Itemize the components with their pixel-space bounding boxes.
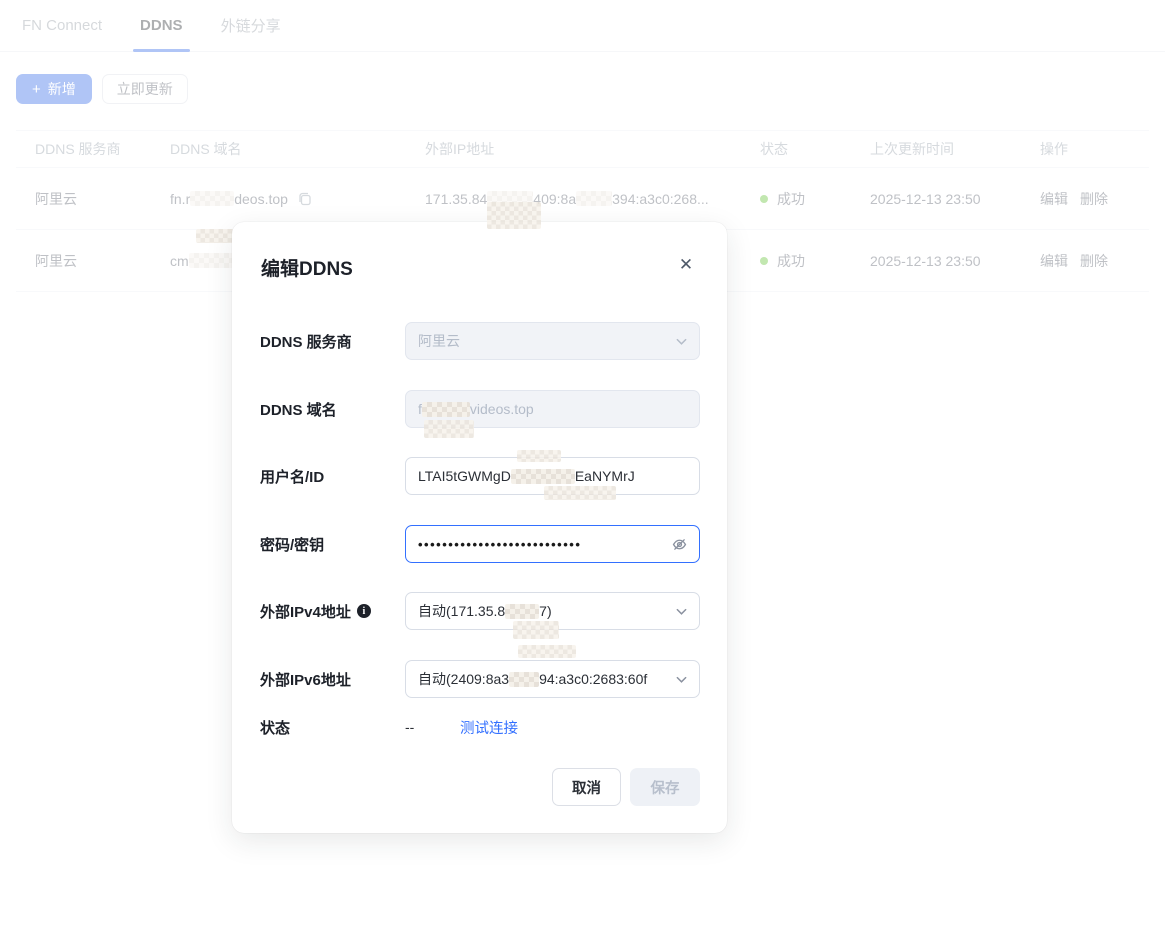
ipv6-value-b: 94:a3c0:2683:60f xyxy=(539,671,648,687)
field-status: 状态 -- 测试连接 xyxy=(260,715,700,739)
dialog-footer: 取消 保存 xyxy=(552,768,700,806)
censor-smear xyxy=(517,450,561,462)
ipv4-label: 外部IPv4地址 i xyxy=(260,601,405,622)
edit-ddns-dialog: 编辑DDNS ✕ DDNS 服务商 阿里云 DDNS 域名 f videos.to… xyxy=(232,222,727,833)
close-icon[interactable]: ✕ xyxy=(675,254,697,276)
ipv6-select[interactable]: 自动(2409:8a3 94:a3c0:2683:60f xyxy=(405,660,700,698)
password-input[interactable]: ••••••••••••••••••••••••••• xyxy=(405,525,700,563)
ipv4-value-b: 7) xyxy=(539,603,552,619)
test-connection-link[interactable]: 测试连接 xyxy=(460,717,518,738)
info-icon[interactable]: i xyxy=(356,604,371,618)
username-label: 用户名/ID xyxy=(260,468,325,486)
field-ipv4: 外部IPv4地址 i 自动(171.35.8 7) xyxy=(260,592,700,630)
dialog-title: 编辑DDNS xyxy=(261,259,353,280)
eye-off-icon[interactable] xyxy=(671,536,688,556)
domain-label: DDNS 域名 xyxy=(260,401,337,419)
field-username: 用户名/ID LTAI5tGWMgD EaNYMrJ xyxy=(260,457,700,495)
chevron-down-icon xyxy=(675,335,688,351)
ipv6-label: 外部IPv6地址 xyxy=(260,671,351,689)
ipv4-label-text: 外部IPv4地址 xyxy=(260,603,351,621)
censor-block xyxy=(505,604,540,619)
ipv6-value-a: 自动(2409:8a3 xyxy=(418,671,510,687)
field-provider: DDNS 服务商 阿里云 xyxy=(260,322,700,360)
ipv4-value-a: 自动(171.35.8 xyxy=(418,603,506,619)
field-ipv6: 外部IPv6地址 自动(2409:8a3 94:a3c0:2683:60f xyxy=(260,660,700,698)
censor-smear xyxy=(518,645,576,658)
censor-smear xyxy=(513,621,559,639)
censor-smear xyxy=(196,229,236,243)
password-label: 密码/密钥 xyxy=(260,536,325,554)
password-masked-value: ••••••••••••••••••••••••••• xyxy=(418,536,582,552)
field-password: 密码/密钥 ••••••••••••••••••••••••••• xyxy=(260,525,700,563)
censor-block xyxy=(421,401,470,417)
username-value-a: LTAI5tGWMgD xyxy=(418,468,511,484)
provider-label: DDNS 服务商 xyxy=(260,333,352,351)
censor-smear xyxy=(544,486,616,500)
save-button[interactable]: 保存 xyxy=(630,768,700,806)
ddns-settings-page: FN Connect DDNS 外链分享 + 新增 立即更新 DDNS 服务商 … xyxy=(0,0,1165,947)
censor-block xyxy=(510,468,575,484)
censor-block xyxy=(509,672,540,687)
censor-smear xyxy=(487,202,541,229)
chevron-down-icon xyxy=(675,605,688,621)
field-domain: DDNS 域名 f videos.top xyxy=(260,390,700,428)
censor-smear xyxy=(424,420,474,438)
username-value-b: EaNYMrJ xyxy=(574,468,635,484)
status-label: 状态 xyxy=(260,719,291,737)
provider-value: 阿里云 xyxy=(418,333,460,349)
chevron-down-icon xyxy=(675,673,688,689)
status-value: -- xyxy=(405,719,415,735)
status-value-wrap: -- 测试连接 xyxy=(405,717,518,738)
domain-value-b: videos.top xyxy=(469,401,534,417)
provider-select[interactable]: 阿里云 xyxy=(405,322,700,360)
cancel-button[interactable]: 取消 xyxy=(552,768,621,806)
